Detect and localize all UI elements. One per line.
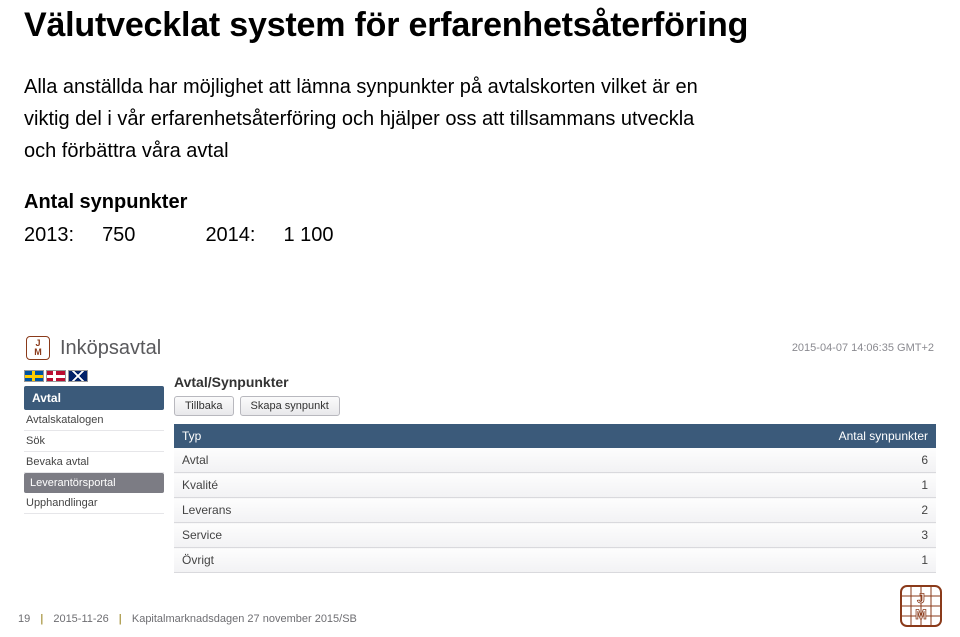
cell-type: Leverans (174, 498, 786, 523)
stats-row: 2013: 750 2014: 1 100 (24, 224, 936, 247)
jm-corner-logo-icon: J M (900, 585, 942, 627)
cell-count: 3 (786, 523, 936, 548)
col-header-antal[interactable]: Antal synpunkter (786, 424, 936, 448)
sidebar-item-avtalskatalogen[interactable]: Avtalskatalogen (24, 410, 164, 431)
stat-year-2-label: 2014: (205, 224, 255, 247)
cell-type: Service (174, 523, 786, 548)
body-line-1: Alla anställda har möjlighet att lämna s… (24, 73, 744, 101)
language-flags (24, 370, 164, 382)
slide-title: Välutvecklat system för erfarenhetsåterf… (24, 0, 936, 73)
stat-year-1-value: 750 (102, 224, 135, 247)
stat-2014: 2014: 1 100 (205, 224, 333, 247)
footer-date: 2015-11-26 (53, 613, 108, 625)
back-button[interactable]: Tillbaka (174, 396, 234, 416)
stat-year-1-label: 2013: (24, 224, 74, 247)
footer-separator-icon: | (40, 613, 43, 625)
sidebar: Avtal Avtalskatalogen Sök Bevaka avtal L… (24, 370, 164, 573)
flag-norway-icon[interactable] (46, 370, 66, 382)
cell-count: 2 (786, 498, 936, 523)
slide-footer: 19 | 2015-11-26 | Kapitalmarknadsdagen 2… (18, 613, 357, 625)
table-row[interactable]: Kvalité 1 (174, 473, 936, 498)
sidebar-item-upphandlingar[interactable]: Upphandlingar (24, 493, 164, 514)
flag-sweden-icon[interactable] (24, 370, 44, 382)
stat-year-2-value: 1 100 (284, 224, 334, 247)
cell-type: Övrigt (174, 548, 786, 573)
cell-type: Avtal (174, 448, 786, 473)
sidebar-item-bevaka-avtal[interactable]: Bevaka avtal (24, 452, 164, 473)
subheading: Antal synpunkter (24, 191, 936, 214)
footer-caption: Kapitalmarknadsdagen 27 november 2015/SB (132, 613, 357, 625)
footer-separator-icon: | (119, 613, 122, 625)
body-line-2: viktig del i vår erfarenhetsåterföring o… (24, 105, 744, 133)
table-row[interactable]: Övrigt 1 (174, 548, 936, 573)
cell-type: Kvalité (174, 473, 786, 498)
sidebar-item-leverantorsportal[interactable]: Leverantörsportal (24, 473, 164, 493)
logo-letter-bottom: M (34, 348, 42, 357)
sidebar-header-avtal: Avtal (24, 386, 164, 410)
app-timestamp: 2015-04-07 14:06:35 GMT+2 (792, 342, 934, 354)
stat-2013: 2013: 750 (24, 224, 135, 247)
table-row[interactable]: Service 3 (174, 523, 936, 548)
svg-text:M: M (915, 606, 927, 622)
create-comment-button[interactable]: Skapa synpunkt (240, 396, 340, 416)
svg-text:J: J (917, 590, 925, 606)
body-paragraph: Alla anställda har möjlighet att lämna s… (24, 73, 744, 165)
table-row[interactable]: Avtal 6 (174, 448, 936, 473)
cell-count: 6 (786, 448, 936, 473)
flag-uk-icon[interactable] (68, 370, 88, 382)
col-header-typ[interactable]: Typ (174, 424, 786, 448)
sidebar-item-sok[interactable]: Sök (24, 431, 164, 452)
table-row[interactable]: Leverans 2 (174, 498, 936, 523)
section-title: Avtal/Synpunkter (174, 370, 936, 396)
synpunkter-table: Typ Antal synpunkter Avtal 6 Kvalité 1 L… (174, 424, 936, 573)
jm-logo-icon: J M (26, 336, 50, 360)
body-line-3: och förbättra våra avtal (24, 137, 744, 165)
table-header-row: Typ Antal synpunkter (174, 424, 936, 448)
main-panel: Avtal/Synpunkter Tillbaka Skapa synpunkt… (174, 370, 936, 573)
app-title: Inköpsavtal (60, 337, 161, 360)
page-number: 19 (18, 613, 30, 625)
app-window: J M Inköpsavtal 2015-04-07 14:06:35 GMT+… (24, 330, 936, 573)
cell-count: 1 (786, 473, 936, 498)
app-titlebar: J M Inköpsavtal 2015-04-07 14:06:35 GMT+… (24, 330, 936, 370)
cell-count: 1 (786, 548, 936, 573)
toolbar: Tillbaka Skapa synpunkt (174, 396, 936, 416)
